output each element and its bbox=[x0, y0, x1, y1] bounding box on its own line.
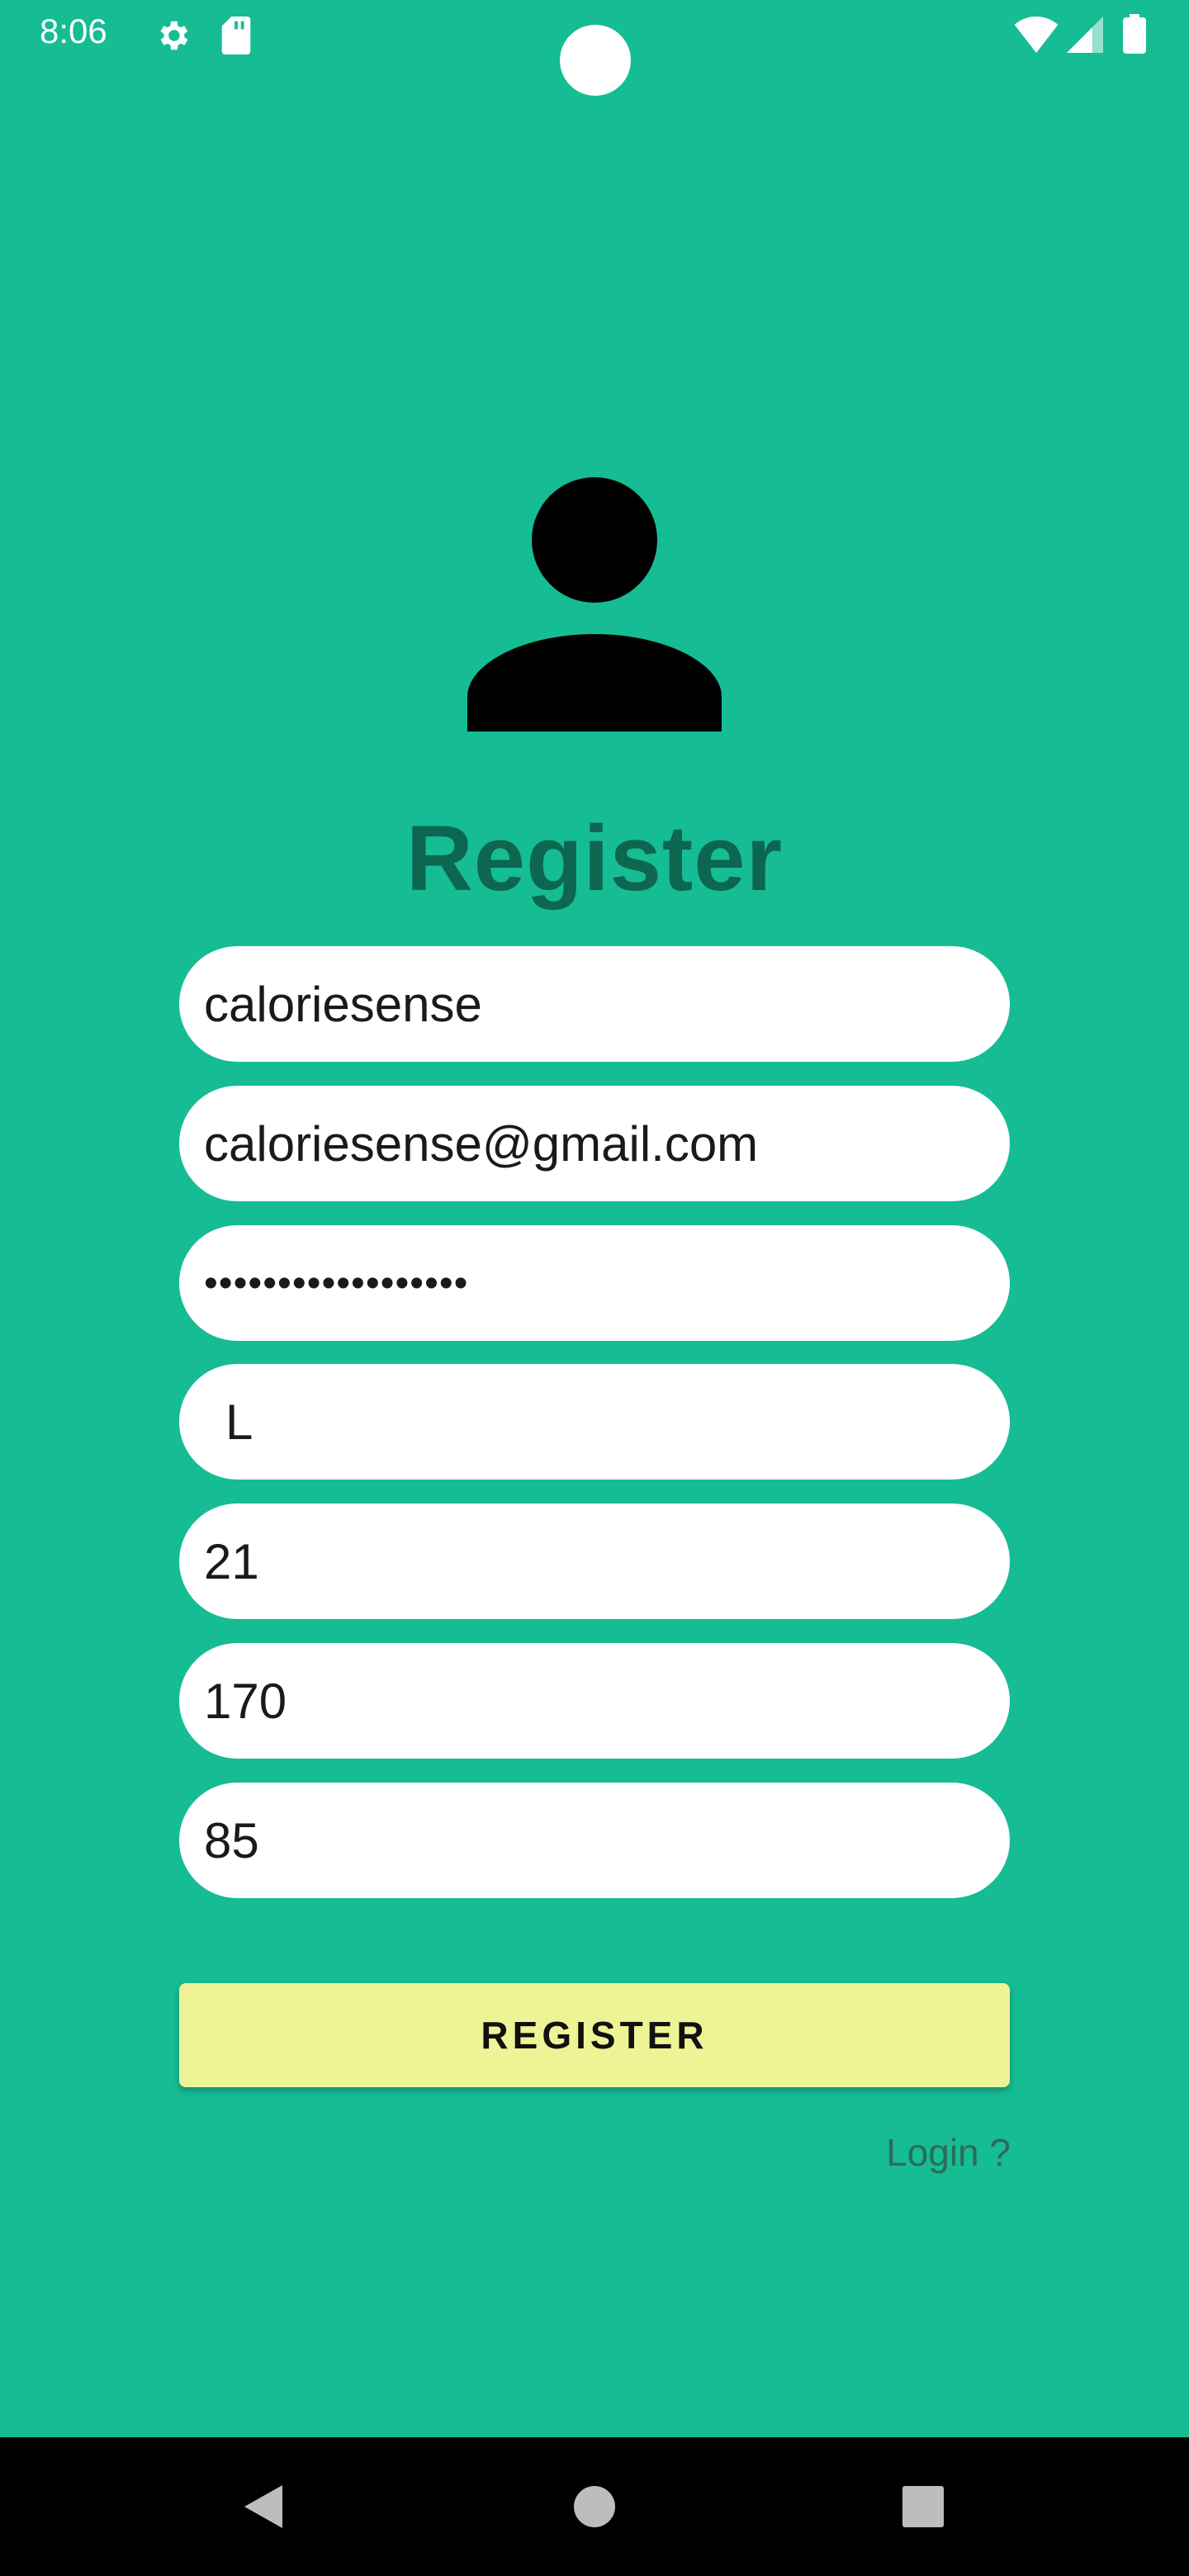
password-field[interactable] bbox=[179, 1225, 1010, 1341]
recents-icon[interactable] bbox=[854, 2437, 992, 2576]
sd-card-icon bbox=[221, 17, 251, 54]
gender-field[interactable] bbox=[179, 1364, 1010, 1480]
navigation-bar bbox=[0, 2437, 1189, 2576]
status-time: 8:06 bbox=[40, 12, 107, 50]
login-link[interactable]: Login ? bbox=[886, 2130, 1011, 2175]
gear-icon bbox=[160, 21, 188, 50]
register-button[interactable]: REGISTER bbox=[179, 1983, 1010, 2087]
page-title: Register bbox=[405, 807, 784, 910]
age-field[interactable] bbox=[179, 1503, 1010, 1619]
wifi-icon bbox=[1014, 17, 1059, 53]
back-icon[interactable] bbox=[195, 2437, 334, 2576]
email-field[interactable] bbox=[179, 1086, 1010, 1201]
weight-field[interactable] bbox=[179, 1783, 1010, 1898]
signal-icon bbox=[1067, 17, 1103, 53]
camera-cutout bbox=[560, 25, 631, 96]
height-field[interactable] bbox=[179, 1643, 1010, 1759]
battery-icon bbox=[1123, 14, 1146, 54]
person-icon bbox=[467, 477, 722, 732]
username-field[interactable] bbox=[179, 946, 1010, 1062]
home-icon[interactable] bbox=[525, 2437, 664, 2576]
